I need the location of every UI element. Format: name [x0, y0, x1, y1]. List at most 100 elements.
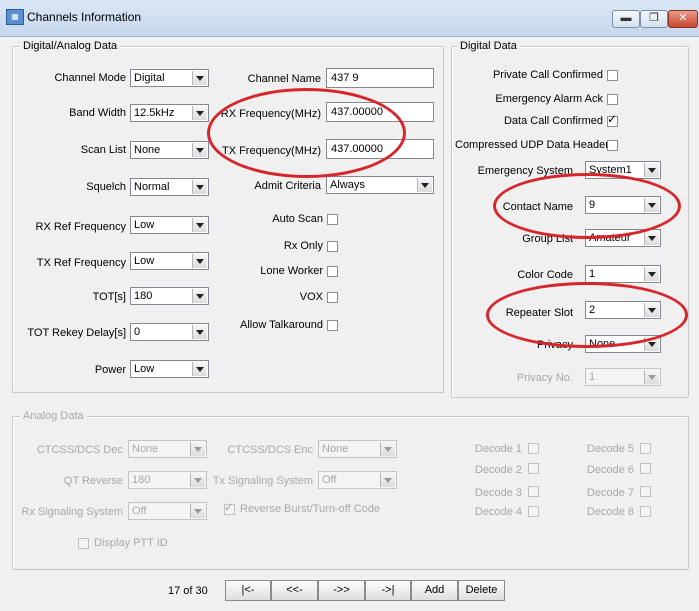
decode-7-checkbox[interactable] — [640, 486, 651, 497]
scan-list-label: Scan List — [80, 144, 126, 156]
chevron-down-icon — [190, 442, 205, 456]
chevron-down-icon — [192, 254, 207, 268]
chevron-down-icon — [192, 289, 207, 303]
digital-data-group-title: Digital Data — [457, 40, 520, 52]
lone-worker-checkbox[interactable] — [327, 266, 338, 277]
tot-rekey-delay-label: TOT Rekey Delay[s] — [27, 327, 126, 339]
window-title: Channels Information — [27, 10, 142, 24]
chevron-down-icon — [644, 337, 659, 351]
chevron-down-icon — [644, 370, 659, 384]
channel-name-input[interactable]: 437 9 — [326, 68, 434, 88]
tx-ref-frequency-label: TX Ref Frequency — [36, 257, 126, 269]
private-call-confirmed-label: Private Call Confirmed — [492, 69, 603, 81]
digital-analog-group-title: Digital/Analog Data — [20, 40, 121, 52]
chevron-down-icon — [192, 106, 207, 120]
lone-worker-label: Lone Worker — [260, 265, 323, 277]
app-icon: ▦ — [6, 9, 24, 25]
decode-3-checkbox[interactable] — [528, 486, 539, 497]
scan-list-select[interactable]: None — [130, 141, 209, 159]
display-ptt-checkbox[interactable] — [78, 538, 89, 549]
auto-scan-label: Auto Scan — [272, 213, 323, 225]
chevron-down-icon — [190, 504, 205, 518]
privacy-no-select[interactable]: 1 — [585, 368, 661, 386]
chevron-down-icon — [644, 267, 659, 281]
previous-record-button[interactable]: <<- — [271, 580, 318, 601]
privacy-no-label: Privacy No. — [516, 372, 573, 384]
chevron-down-icon — [192, 362, 207, 376]
band-width-label: Band Width — [69, 107, 126, 119]
reverse-burst-checkbox[interactable]: ✓ — [224, 500, 235, 515]
auto-scan-checkbox[interactable] — [327, 214, 338, 225]
power-select[interactable]: Low — [130, 360, 209, 378]
chevron-down-icon — [644, 303, 659, 317]
tx-signaling-select[interactable]: Off — [318, 471, 397, 489]
squelch-select[interactable]: Normal — [130, 178, 209, 196]
chevron-down-icon — [380, 442, 395, 456]
check-mark-icon: ✓ — [224, 500, 235, 514]
maximize-button[interactable]: ❐ — [640, 10, 668, 28]
next-record-button[interactable]: ->> — [318, 580, 365, 601]
rx-only-checkbox[interactable] — [327, 241, 338, 252]
qt-reverse-select[interactable]: 180 — [128, 471, 207, 489]
chevron-down-icon — [417, 178, 432, 192]
channel-mode-select[interactable]: Digital — [130, 69, 209, 87]
tx-signaling-label: Tx Signaling System — [212, 475, 313, 487]
admit-criteria-select[interactable]: Always — [326, 176, 434, 194]
emergency-system-label: Emergency System — [477, 165, 573, 177]
tx-frequency-label: TX Frequency(MHz) — [221, 145, 321, 157]
emergency-alarm-ack-checkbox[interactable] — [607, 94, 618, 105]
vox-label: VOX — [299, 291, 323, 303]
rx-signaling-label: Rx Signaling System — [21, 506, 124, 518]
minimize-button[interactable]: ▬ — [612, 10, 640, 28]
delete-button[interactable]: Delete — [458, 580, 505, 601]
decode-3-label: Decode 3 — [474, 487, 522, 499]
ctcss-enc-label: CTCSS/DCS Enc — [227, 444, 313, 456]
chevron-down-icon — [192, 71, 207, 85]
tot-rekey-delay-select[interactable]: 0 — [130, 323, 209, 341]
decode-1-checkbox[interactable] — [528, 443, 539, 454]
check-mark-icon: ✓ — [607, 112, 618, 126]
ctcss-enc-select[interactable]: None — [318, 440, 397, 458]
decode-5-checkbox[interactable] — [640, 443, 651, 454]
decode-4-checkbox[interactable] — [528, 506, 539, 517]
color-code-select[interactable]: 1 — [585, 265, 661, 283]
decode-6-checkbox[interactable] — [640, 463, 651, 474]
rx-ref-frequency-select[interactable]: Low — [130, 216, 209, 234]
chevron-down-icon — [644, 198, 659, 212]
emergency-alarm-ack-label: Emergency Alarm Ack — [495, 93, 603, 105]
add-button[interactable]: Add — [411, 580, 458, 601]
close-button[interactable]: ✕ — [668, 10, 698, 28]
channel-name-label: Channel Name — [247, 73, 321, 85]
emergency-system-select[interactable]: System1 — [585, 161, 661, 179]
chevron-down-icon — [192, 218, 207, 232]
band-width-select[interactable]: 12.5kHz — [130, 104, 209, 122]
color-code-label: Color Code — [517, 269, 573, 281]
private-call-confirmed-checkbox[interactable] — [607, 70, 618, 81]
group-list-select[interactable]: Amateur — [585, 229, 661, 247]
admit-criteria-label: Admit Criteria — [254, 180, 321, 192]
rx-frequency-input[interactable]: 437.00000 — [326, 102, 434, 122]
first-record-button[interactable]: |<- — [225, 580, 271, 601]
chevron-down-icon — [192, 180, 207, 194]
chevron-down-icon — [644, 163, 659, 177]
privacy-select[interactable]: None — [585, 335, 661, 353]
contact-name-select[interactable]: 9 — [585, 196, 661, 214]
power-label: Power — [94, 364, 126, 376]
tot-select[interactable]: 180 — [130, 287, 209, 305]
rx-ref-frequency-label: RX Ref Frequency — [35, 221, 126, 233]
decode-8-checkbox[interactable] — [640, 506, 651, 517]
rx-frequency-label: RX Frequency(MHz) — [220, 108, 321, 120]
data-call-confirmed-checkbox[interactable]: ✓ — [607, 112, 618, 127]
vox-checkbox[interactable] — [327, 292, 338, 303]
tx-ref-frequency-select[interactable]: Low — [130, 252, 209, 270]
decode-2-checkbox[interactable] — [528, 463, 539, 474]
rx-signaling-select[interactable]: Off — [128, 502, 207, 520]
channel-mode-label: Channel Mode — [54, 72, 126, 84]
last-record-button[interactable]: ->| — [365, 580, 411, 601]
ctcss-dec-select[interactable]: None — [128, 440, 207, 458]
tx-frequency-input[interactable]: 437.00000 — [326, 139, 434, 159]
repeater-slot-select[interactable]: 2 — [585, 301, 661, 319]
privacy-label: Privacy — [536, 339, 573, 351]
allow-talkaround-checkbox[interactable] — [327, 320, 338, 331]
compressed-udp-checkbox[interactable] — [607, 140, 618, 151]
